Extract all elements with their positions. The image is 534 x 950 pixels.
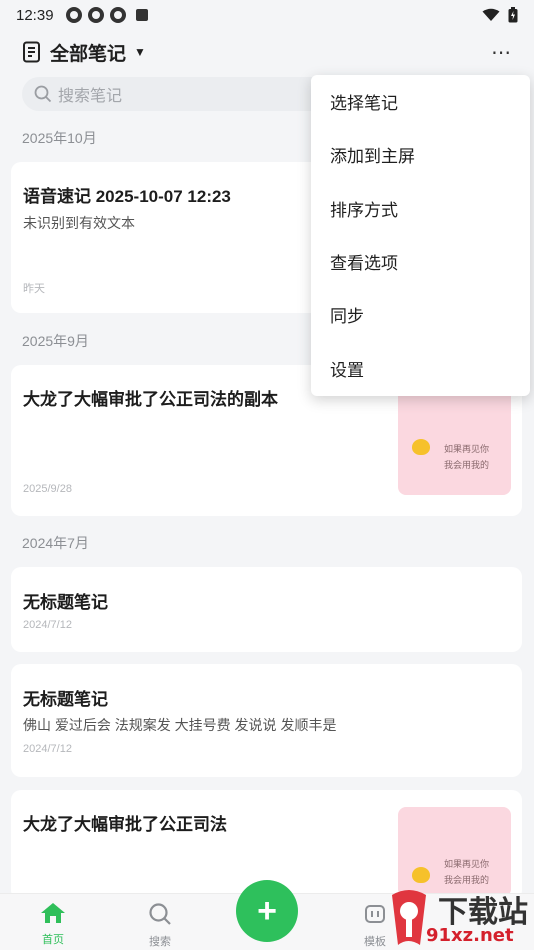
note-card[interactable]: 无标题笔记 佛山 爱过后会 法规案发 大挂号费 发说说 发顺丰是 2024/7/… <box>11 664 522 777</box>
note-date: 昨天 <box>23 283 45 295</box>
app-notification-icon <box>109 7 126 23</box>
section-label: 2025年10月 <box>22 130 97 146</box>
menu-item-sort[interactable]: 排序方式 <box>311 182 530 235</box>
cartoon-image <box>412 867 430 883</box>
app-header: 全部笔记 ▼ ⋯ <box>0 34 534 70</box>
battery-icon <box>508 7 518 23</box>
note-card[interactable]: 无标题笔记 2024/7/12 <box>11 567 522 652</box>
section-label: 2025年9月 <box>22 333 89 349</box>
notes-icon <box>23 41 40 63</box>
note-title: 无标题笔记 <box>23 593 108 612</box>
note-title: 大龙了大幅审批了公正司法 <box>23 815 227 834</box>
home-icon <box>41 903 65 923</box>
note-date: 2024/7/12 <box>23 619 72 631</box>
add-note-button[interactable]: + <box>236 880 298 942</box>
thumbnail-text: 如果再见你 <box>444 445 490 455</box>
nav-label: 首页 <box>42 934 64 946</box>
more-options-icon[interactable]: ⋯ <box>491 40 512 65</box>
menu-item-view-options[interactable]: 查看选项 <box>311 235 530 288</box>
search-input[interactable]: 搜索笔记 <box>22 77 332 111</box>
menu-item-settings[interactable]: 设置 <box>311 341 530 394</box>
nav-item-search[interactable]: 搜索 <box>130 902 190 949</box>
app-notification-icon <box>87 7 104 23</box>
status-bar: 12:39 <box>0 0 534 30</box>
cartoon-image <box>412 439 430 455</box>
note-thumbnail: 如果再见你 我会用我的 <box>398 379 511 495</box>
search-icon <box>149 903 171 925</box>
caret-down-icon[interactable]: ▼ <box>134 45 146 59</box>
system-icons <box>482 7 518 23</box>
search-icon <box>34 85 52 103</box>
app-notification-icon <box>65 7 82 23</box>
watermark: 下载站 91xz.net <box>380 885 534 950</box>
nav-label: 搜索 <box>149 936 171 948</box>
note-thumbnail: 如果再见你 我会用我的 <box>398 807 511 897</box>
notebook-selector-title[interactable]: 全部笔记 <box>50 39 126 66</box>
menu-item-sync[interactable]: 同步 <box>311 288 530 341</box>
thumbnail-text: 我会用我的 <box>444 461 490 471</box>
keyboard-notification-icon <box>135 9 148 21</box>
note-preview: 未识别到有效文本 <box>23 215 135 231</box>
watermark-url: 91xz.net <box>426 925 514 946</box>
menu-item-add-to-home[interactable]: 添加到主屏 <box>311 128 530 181</box>
note-preview: 佛山 爱过后会 法规案发 大挂号费 发说说 发顺丰是 <box>23 717 337 733</box>
nav-item-home[interactable]: 首页 <box>23 902 83 947</box>
section-label: 2024年7月 <box>22 535 89 551</box>
overflow-menu: 选择笔记 添加到主屏 排序方式 查看选项 同步 设置 <box>311 75 530 396</box>
note-title: 大龙了大幅审批了公正司法的副本 <box>23 390 278 409</box>
plus-icon: + <box>257 891 277 930</box>
note-title: 无标题笔记 <box>23 690 108 709</box>
menu-item-select-notes[interactable]: 选择笔记 <box>311 75 530 128</box>
wifi-icon <box>482 8 500 21</box>
note-date: 2024/7/12 <box>23 743 72 755</box>
status-time: 12:39 <box>16 6 54 24</box>
note-title: 语音速记 2025-10-07 12:23 <box>23 187 231 206</box>
thumbnail-text: 如果再见你 <box>444 860 490 870</box>
search-placeholder: 搜索笔记 <box>58 88 123 105</box>
note-date: 2025/9/28 <box>23 483 72 495</box>
notification-icons <box>65 7 148 23</box>
